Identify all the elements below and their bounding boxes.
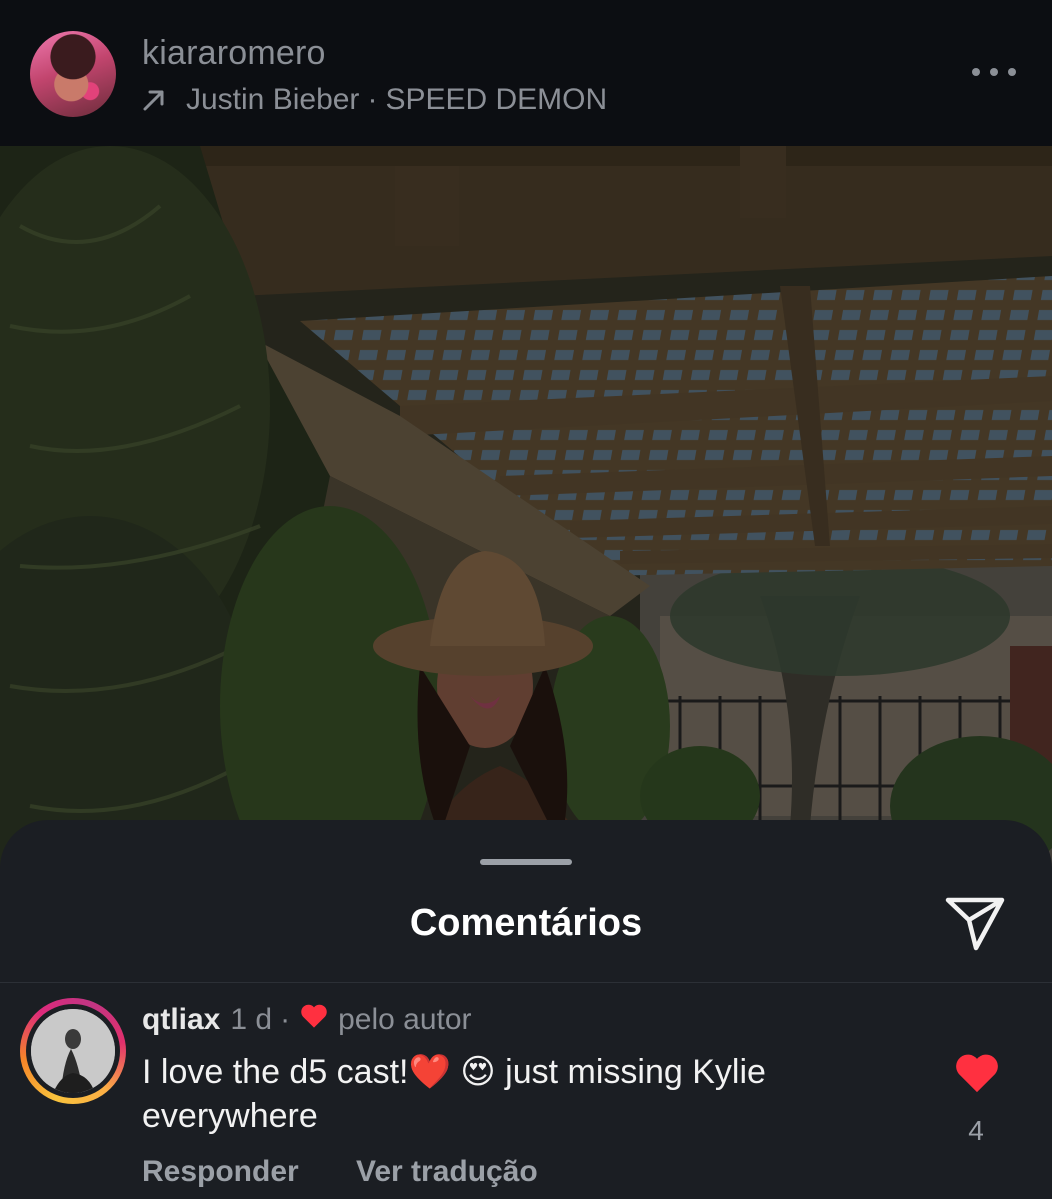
post-author-avatar[interactable]: [30, 31, 116, 117]
music-track: SPEED DEMON: [385, 83, 608, 116]
comment-text: I love the d5 cast!❤️ 😍 just missing Kyl…: [142, 1053, 766, 1135]
comments-title: Comentários: [409, 902, 643, 944]
sheet-divider: [0, 982, 1052, 983]
comment-meta: qtliax 1 d · pelo autor: [142, 1003, 472, 1037]
liked-by-author-label: pelo autor: [338, 1003, 472, 1036]
sheet-grabber[interactable]: [480, 859, 572, 865]
music-separator: ·: [367, 83, 378, 116]
heart-icon[interactable]: [954, 1052, 1000, 1099]
arrow-up-right-icon: [143, 90, 164, 111]
music-attribution[interactable]: Justin Bieber · SPEED DEMON: [142, 83, 607, 117]
meta-separator: ·: [280, 1003, 291, 1036]
commenter-avatar[interactable]: [20, 998, 126, 1104]
author-liked-heart-icon: [300, 1003, 328, 1037]
more-icon[interactable]: [972, 62, 1016, 82]
music-artist: Justin Bieber: [186, 83, 360, 116]
see-translation-button[interactable]: Ver tradução: [356, 1155, 538, 1189]
commenter-username[interactable]: qtliax: [142, 1003, 220, 1037]
paper-plane-icon[interactable]: [944, 894, 1006, 957]
reply-button[interactable]: Responder: [142, 1155, 299, 1189]
post-header: kiararomero Justin Bieber · SPEED DEMON: [0, 0, 1052, 146]
comment-like-count: 4: [968, 1115, 984, 1146]
post-author-username[interactable]: kiararomero: [142, 34, 326, 73]
comment-timestamp: 1 d: [230, 1003, 273, 1036]
